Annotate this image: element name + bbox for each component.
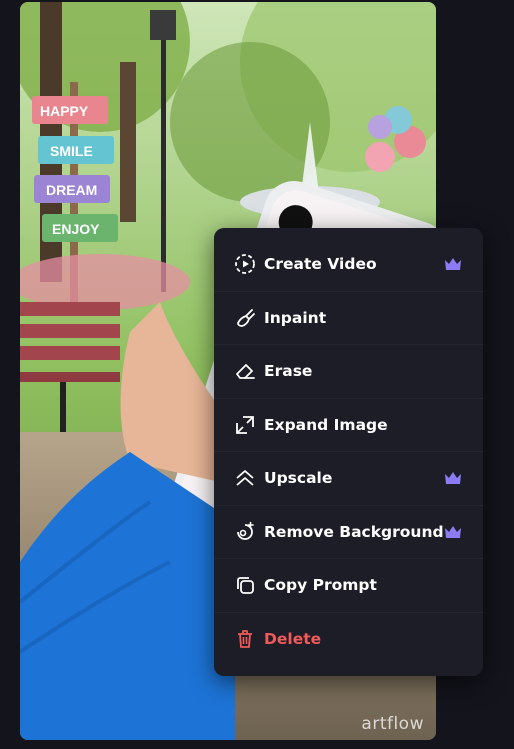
brush-icon bbox=[234, 307, 256, 329]
copy-icon bbox=[234, 574, 256, 596]
artflow-watermark: artflow bbox=[361, 714, 424, 734]
menu-item-label: Copy Prompt bbox=[264, 576, 377, 595]
sign-dream: DREAM bbox=[46, 182, 97, 198]
expand-icon bbox=[234, 414, 256, 436]
menu-item-inpaint[interactable]: Inpaint bbox=[214, 292, 483, 345]
video-play-icon bbox=[234, 253, 256, 275]
context-menu: Create Video Inpaint Erase Expand Image … bbox=[214, 228, 483, 676]
menu-item-label: Expand Image bbox=[264, 415, 388, 434]
sign-enjoy: ENJOY bbox=[52, 221, 100, 237]
remove-background-icon bbox=[234, 521, 256, 543]
menu-item-upscale[interactable]: Upscale bbox=[214, 452, 483, 506]
menu-item-label: Remove Background bbox=[264, 522, 444, 541]
sign-happy: HAPPY bbox=[40, 103, 89, 119]
crown-icon bbox=[443, 256, 463, 272]
crown-icon bbox=[443, 470, 463, 486]
menu-item-create-video[interactable]: Create Video bbox=[214, 238, 483, 292]
eraser-icon bbox=[234, 360, 256, 382]
menu-item-remove-background[interactable]: Remove Background bbox=[214, 506, 483, 559]
sign-smile: SMILE bbox=[50, 143, 93, 159]
menu-item-label: Upscale bbox=[264, 469, 333, 488]
menu-item-copy-prompt[interactable]: Copy Prompt bbox=[214, 559, 483, 613]
upscale-icon bbox=[234, 467, 256, 489]
menu-item-label: Inpaint bbox=[264, 308, 327, 327]
menu-item-label: Erase bbox=[264, 362, 313, 381]
menu-item-erase[interactable]: Erase bbox=[214, 345, 483, 399]
menu-item-delete[interactable]: Delete bbox=[214, 613, 483, 667]
menu-item-label: Delete bbox=[264, 630, 322, 649]
crown-icon bbox=[444, 524, 463, 540]
trash-icon bbox=[234, 628, 256, 650]
menu-item-label: Create Video bbox=[264, 255, 377, 274]
menu-item-expand-image[interactable]: Expand Image bbox=[214, 399, 483, 452]
